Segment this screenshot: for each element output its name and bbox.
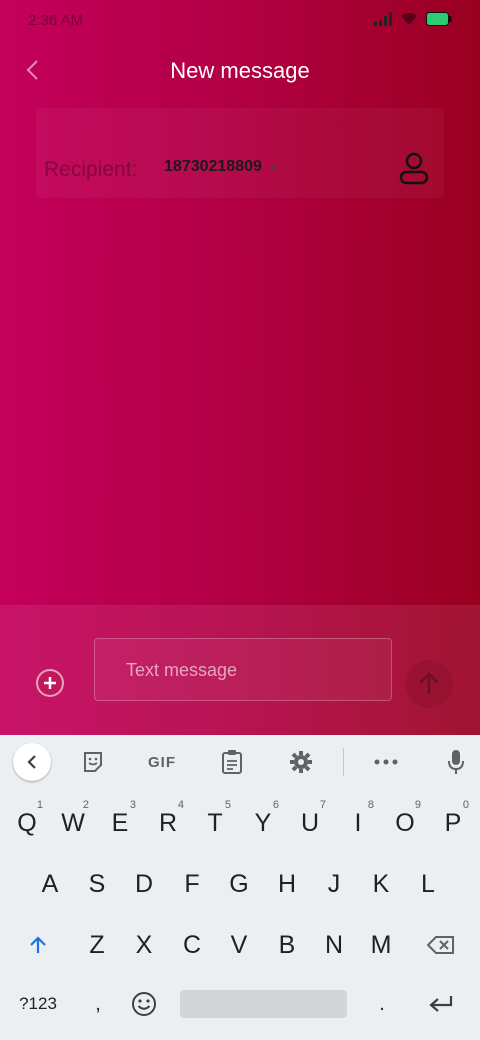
key-hint: 8 [367,799,374,811]
key-hint: 5 [224,799,231,811]
key-label: P [444,808,462,837]
compose-bar: Text message [0,605,480,735]
sticker-button[interactable] [78,747,108,777]
key-g[interactable]: G [217,858,261,910]
key-label: T [207,808,223,837]
person-icon [399,152,429,185]
key-label: U [300,808,320,837]
key-l[interactable]: L [406,858,450,910]
key-hint: 2 [82,799,89,811]
status-bar: 2:36 AM [0,0,480,44]
key-label: I [354,808,362,837]
key-t[interactable]: T5 [193,797,237,849]
key-m[interactable]: M [359,919,403,971]
key-p[interactable]: P0 [431,797,475,849]
key-v[interactable]: V [217,919,261,971]
backspace-icon [427,936,454,954]
key-hint: 3 [129,799,136,811]
key-h[interactable]: H [265,858,309,910]
key-k[interactable]: K [359,858,403,910]
clipboard-icon [222,750,242,774]
settings-button[interactable] [286,747,316,777]
enter-arrow-icon [429,996,453,1012]
emoji-icon [132,992,156,1016]
spacebar[interactable] [180,990,347,1018]
gear-icon [290,751,312,773]
messaging-app: 2:36 AM New message Recipient: 187302188… [0,0,480,735]
gif-button[interactable]: GIF [145,747,179,777]
key-hint: 4 [177,799,184,811]
key-x[interactable]: X [122,919,166,971]
signal-icon [374,12,392,31]
arrow-up-icon [419,672,439,694]
keyboard-toolbar: GIF [0,735,480,789]
enter-key[interactable] [419,978,463,1030]
shift-arrow-icon [30,936,46,953]
key-hint: 7 [319,799,326,811]
key-label: Q [17,808,37,837]
key-i[interactable]: I8 [336,797,380,849]
symbols-key[interactable]: ?123 [16,978,60,1030]
key-o[interactable]: O9 [383,797,427,849]
key-hint: 1 [36,799,43,811]
recipient-chip[interactable]: 18730218809 × [164,158,278,176]
key-b[interactable]: B [265,919,309,971]
clipboard-button[interactable] [217,747,247,777]
remove-recipient-button[interactable]: × [270,159,278,175]
backspace-key[interactable] [419,919,463,971]
keyboard: GIF Q1 W2 E3 R4 T5 Y6 U7 I8 O9 P0 A S D … [0,735,480,1040]
contacts-button[interactable] [398,152,430,186]
key-hint: 6 [272,799,279,811]
comma-key[interactable]: , [76,978,120,1030]
key-label: R [158,808,178,837]
more-horizontal-icon [374,759,398,765]
key-label: W [61,808,85,837]
key-c[interactable]: C [170,919,214,971]
more-options-button[interactable] [371,747,401,777]
period-key[interactable]: . [360,978,404,1030]
key-s[interactable]: S [75,858,119,910]
recipient-number: 18730218809 [164,158,262,175]
key-label: Y [254,808,272,837]
key-r[interactable]: R4 [146,797,190,849]
sticker-icon [84,752,102,772]
key-label: E [111,808,129,837]
key-q[interactable]: Q1 [5,797,49,849]
microphone-icon [448,750,464,774]
emoji-key[interactable] [122,978,166,1030]
key-hint: 0 [462,799,469,811]
page-title: New message [170,58,310,83]
add-attachment-button[interactable] [36,669,64,697]
battery-icon [426,12,452,31]
key-hint: 9 [414,799,421,811]
key-n[interactable]: N [312,919,356,971]
header: New message [0,44,480,100]
send-button[interactable] [405,660,453,708]
key-f[interactable]: F [170,858,214,910]
recipient-field[interactable]: Recipient: 18730218809 × [36,108,444,198]
keyboard-collapse-button[interactable] [13,743,51,781]
toolbar-divider [343,748,344,776]
key-e[interactable]: E3 [98,797,142,849]
chevron-left-icon [27,755,36,769]
key-z[interactable]: Z [75,919,119,971]
key-u[interactable]: U7 [288,797,332,849]
status-icons [374,12,452,31]
key-w[interactable]: W2 [51,797,95,849]
message-input[interactable]: Text message [94,638,392,701]
key-a[interactable]: A [28,858,72,910]
status-time: 2:36 AM [28,12,84,29]
voice-input-button[interactable] [441,747,471,777]
key-j[interactable]: J [312,858,356,910]
shift-key[interactable] [16,919,60,971]
wifi-icon [400,12,418,31]
plus-icon [44,677,56,689]
recipient-label: Recipient: [44,158,138,181]
key-label: O [395,808,415,837]
key-d[interactable]: D [122,858,166,910]
key-y[interactable]: Y6 [241,797,285,849]
